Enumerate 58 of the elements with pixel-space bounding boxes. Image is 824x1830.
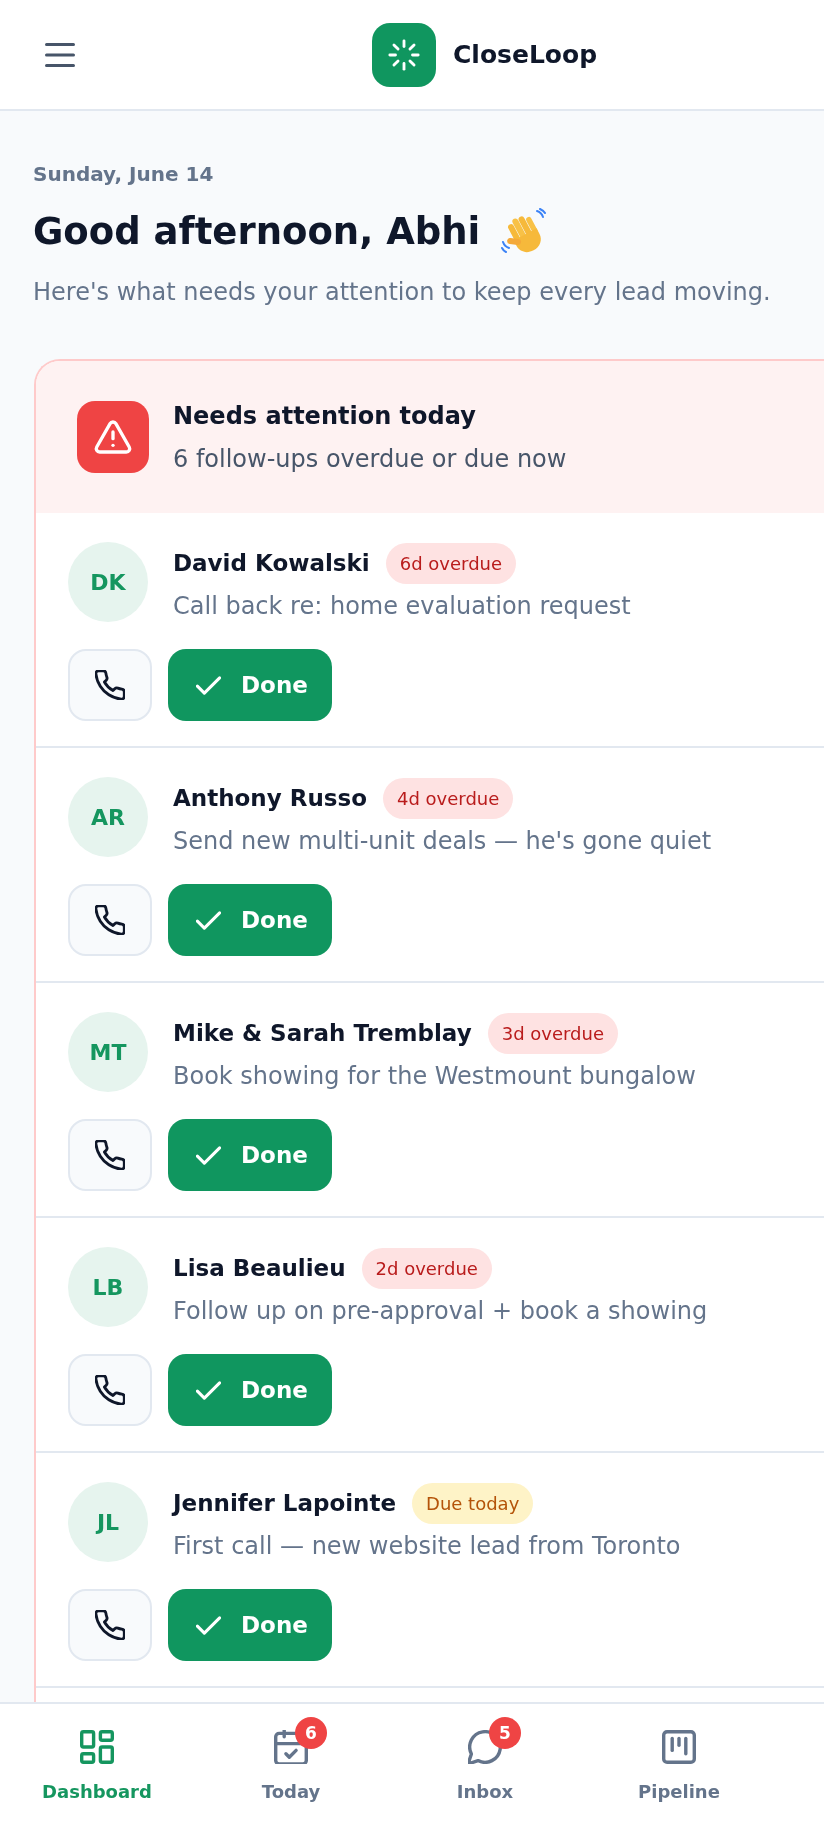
task-description: First call — new website lead from Toronto — [173, 1531, 681, 1562]
call-button[interactable] — [68, 649, 152, 721]
phone-icon — [95, 670, 125, 700]
call-button[interactable] — [68, 1119, 152, 1191]
avatar: MT — [68, 1012, 148, 1092]
task-description: Send new multi-unit deals — he's gone quiet — [173, 826, 712, 857]
status-badge: 4d overdue — [383, 777, 514, 819]
nav-tab[interactable]: Pipeline — [582, 1704, 776, 1830]
section-title: Needs attention today — [173, 400, 477, 432]
status-badge: 3d overdue — [487, 1012, 619, 1054]
call-button[interactable] — [68, 1589, 152, 1661]
dashboard-icon — [80, 1730, 114, 1764]
phone-icon — [95, 1140, 125, 1170]
avatar: LB — [68, 1247, 148, 1327]
section-subtitle: 6 follow-ups overdue or due now — [173, 443, 567, 475]
task-description: Call back re: home evaluation request — [173, 591, 631, 622]
nav-tab[interactable]: 6 Today — [194, 1704, 388, 1830]
logo-icon — [372, 22, 436, 87]
warning-icon — [77, 401, 149, 473]
done-button[interactable]: Done — [168, 649, 332, 721]
contact-name: Jennifer Lapointe — [173, 1489, 397, 1518]
nav-tab[interactable]: Dashboard — [0, 1704, 194, 1830]
check-icon — [196, 910, 221, 930]
count-badge: 6 — [295, 1717, 327, 1749]
task-description: Follow up on pre-approval + book a showing — [173, 1296, 708, 1327]
menu-icon — [45, 42, 75, 67]
done-button[interactable]: Done — [168, 884, 332, 956]
phone-icon — [95, 905, 125, 935]
nav-tab[interactable]: 5 Inbox — [388, 1704, 582, 1830]
phone-icon — [95, 1375, 125, 1405]
task-description: Book showing for the Westmount bungalow — [173, 1061, 696, 1092]
greeting-subtitle: Here's what needs your attention to keep every lead moving. — [33, 277, 772, 308]
status-badge: 2d overdue — [361, 1247, 492, 1289]
check-icon — [196, 1615, 221, 1635]
phone-icon — [95, 1610, 125, 1640]
greeting-title: Good afternoon, Abhi — [33, 209, 481, 255]
call-button[interactable] — [68, 1354, 152, 1426]
done-button[interactable]: Done — [168, 1119, 332, 1191]
call-button[interactable] — [68, 884, 152, 956]
avatar: JL — [68, 1482, 148, 1562]
avatar: DK — [68, 542, 148, 622]
status-badge: Due today — [412, 1482, 534, 1524]
check-icon — [196, 1380, 221, 1400]
contact-name: David Kowalski — [173, 549, 370, 578]
contact-name: Lisa Beaulieu — [173, 1254, 346, 1283]
done-button[interactable]: Done — [168, 1354, 332, 1426]
check-icon — [196, 675, 221, 695]
check-icon — [196, 1145, 221, 1165]
avatar: AR — [68, 777, 148, 857]
brand-name: CloseLoop — [453, 38, 598, 71]
done-button[interactable]: Done — [168, 1589, 332, 1661]
status-badge: 6d overdue — [385, 542, 517, 584]
contact-name: Mike & Sarah Tremblay — [173, 1019, 472, 1048]
date-label: Sunday, June 14 — [33, 161, 215, 188]
contact-name: Anthony Russo — [173, 784, 367, 813]
kanban-board-icon — [662, 1730, 696, 1764]
count-badge: 5 — [489, 1717, 521, 1749]
waving-hand-icon — [500, 208, 549, 256]
